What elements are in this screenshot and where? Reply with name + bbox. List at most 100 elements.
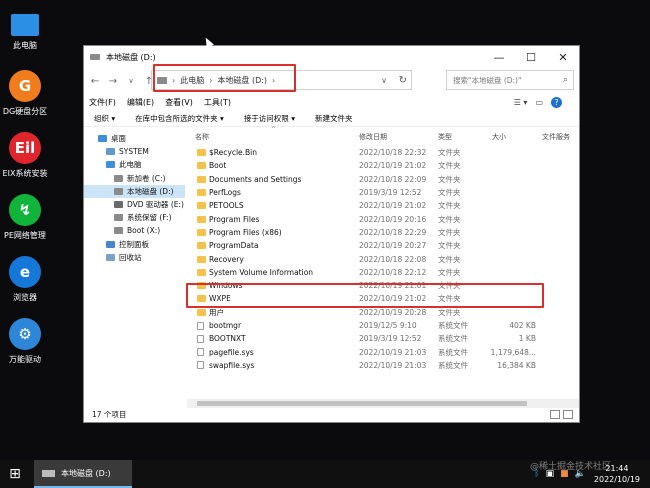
file-row[interactable]: System Volume Information 2022/10/18 22:1…: [187, 266, 579, 279]
search-input[interactable]: 搜索"本地磁盘 (D:)" ⌕: [446, 70, 574, 90]
status-bar: 17 个项目: [84, 406, 579, 422]
desktop-icon[interactable]: ⚙ 万能驱动: [0, 318, 50, 365]
menu-file[interactable]: 文件(F): [89, 97, 116, 108]
forward-arrow-icon[interactable]: →: [106, 76, 120, 87]
file-icon: [197, 321, 204, 330]
file-name: Program Files (x86): [209, 227, 282, 237]
minimize-button[interactable]: —: [483, 51, 515, 64]
view-options-icon[interactable]: ☰ ▾: [514, 98, 528, 107]
file-row[interactable]: Documents and Settings 2022/10/18 22:09 文件…: [187, 173, 579, 186]
folder-icon: [197, 255, 206, 263]
file-date: 2022/10/18 22:29: [359, 227, 427, 237]
desktop-icon[interactable]: G DG硬盘分区: [0, 70, 50, 117]
file-name: Documents and Settings: [209, 174, 302, 184]
nav-item-label: 回收站: [119, 252, 142, 262]
file-icon: [197, 348, 204, 357]
menu-view[interactable]: 查看(V): [165, 97, 193, 108]
column-file-service[interactable]: 文件服务: [542, 132, 570, 142]
column-size[interactable]: 大小: [492, 132, 506, 142]
include-in-library-button[interactable]: 在库中包含所选的文件夹 ▾: [135, 113, 224, 124]
desktop-icon[interactable]: e 浏览器: [0, 256, 50, 303]
refresh-icon[interactable]: ↻: [399, 75, 407, 86]
file-row[interactable]: Program Files (x86) 2022/10/18 22:29 文件夹: [187, 226, 579, 239]
file-row[interactable]: PETOOLS 2022/10/19 21:02 文件夹: [187, 199, 579, 212]
chevron-down-icon[interactable]: ∨: [381, 76, 387, 85]
chevron-down-icon[interactable]: ∨: [124, 77, 138, 85]
file-explorer-window: 本地磁盘 (D:) — ☐ ✕ ← → ∨ ↑ › 此电脑 › 本地磁盘 (D:…: [83, 45, 580, 423]
file-row[interactable]: Recovery 2022/10/18 22:08 文件夹: [187, 252, 579, 265]
large-icons-view-icon[interactable]: [563, 409, 573, 419]
folder-icon: [197, 175, 206, 183]
file-row[interactable]: BOOTNXT 2019/3/19 12:52 系统文件 1 KB: [187, 332, 579, 345]
windows-start-icon[interactable]: ⊞: [0, 460, 30, 488]
file-row[interactable]: ProgramData 2022/10/19 20:27 文件夹: [187, 239, 579, 252]
nav-item[interactable]: 回收站: [84, 251, 185, 264]
nav-item-label: 本地磁盘 (D:): [127, 186, 174, 196]
file-name: Program Files: [209, 214, 260, 224]
taskbar-explorer-button[interactable]: 本地磁盘 (D:): [34, 460, 132, 488]
desktop-icon-label: PE网络管理: [4, 231, 46, 240]
desktop-icon[interactable]: ↯ PE网络管理: [0, 194, 50, 241]
folder-icon: [197, 189, 206, 197]
file-date: 2022/10/18 22:32: [359, 148, 427, 158]
clock-date: 2022/10/19: [593, 475, 640, 484]
help-icon[interactable]: ?: [551, 96, 562, 108]
file-name: $Recycle.Bin: [209, 148, 258, 158]
close-button[interactable]: ✕: [547, 51, 579, 64]
column-date[interactable]: 修改日期: [359, 132, 387, 142]
nav-item-icon: [114, 174, 123, 182]
file-row[interactable]: Boot 2022/10/19 21:02 文件夹: [187, 159, 579, 172]
folder-icon: [197, 149, 206, 157]
file-row[interactable]: bootmgr 2019/12/5 9:10 系统文件 402 KB: [187, 319, 579, 332]
menu-tools[interactable]: 工具(T): [204, 97, 231, 108]
nav-item[interactable]: Boot (X:): [84, 224, 185, 237]
file-name: ProgramData: [209, 241, 259, 251]
menu-edit[interactable]: 编辑(E): [127, 97, 154, 108]
details-view-icon[interactable]: [550, 409, 560, 419]
column-type[interactable]: 类型: [438, 132, 452, 142]
share-with-button[interactable]: 接于访问权限 ▾: [244, 113, 295, 124]
nav-item-label: SYSTEM: [119, 147, 149, 157]
nav-item[interactable]: 新加卷 (C:): [84, 172, 185, 185]
nav-item-icon: [114, 227, 123, 235]
nav-item[interactable]: DVD 驱动器 (E:) C: [84, 198, 185, 211]
file-size: 16,384 KB: [497, 360, 536, 370]
nav-item[interactable]: 此电脑: [84, 158, 185, 171]
nav-item[interactable]: 桌面: [84, 132, 185, 145]
desktop-icon[interactable]: Eil EIX系统安装: [0, 132, 50, 179]
nav-item-icon: [106, 161, 115, 169]
file-row[interactable]: pagefile.sys 2022/10/19 21:03 系统文件 1,179,64…: [187, 345, 579, 358]
file-row[interactable]: Program Files 2022/10/19 20:16 文件夹: [187, 212, 579, 225]
navigation-pane: 桌面 SYSTEM 此电脑 新加卷 (C:) 本地磁盘 (D:) DVD 驱动器 (E:)…: [84, 128, 185, 408]
search-icon[interactable]: ⌕: [563, 75, 568, 85]
nav-item[interactable]: SYSTEM: [84, 145, 185, 158]
file-date: 2022/10/19 21:03: [359, 360, 427, 370]
organize-button[interactable]: 组织 ▾: [94, 113, 115, 124]
nav-item[interactable]: 系统保留 (F:): [84, 211, 185, 224]
file-name: swapfile.sys: [209, 360, 255, 370]
nav-item[interactable]: 本地磁盘 (D:): [84, 184, 185, 198]
file-icon: [197, 334, 204, 343]
nav-item-label: Boot (X:): [127, 226, 161, 236]
folder-icon: [197, 268, 206, 276]
desktop-icon[interactable]: 此电脑: [0, 8, 50, 51]
nav-item[interactable]: 控制面板: [84, 238, 185, 251]
file-name: pagefile.sys: [209, 347, 254, 357]
nav-item-icon: [106, 253, 115, 261]
file-row[interactable]: $Recycle.Bin 2022/10/18 22:32 文件夹: [187, 146, 579, 159]
file-size: 1,179,648...: [490, 347, 536, 357]
nav-item-icon: [114, 187, 123, 195]
maximize-button[interactable]: ☐: [515, 51, 547, 64]
sort-arrow-icon: ^: [271, 126, 277, 133]
column-name[interactable]: 名称: [195, 132, 209, 142]
ie-browser-icon: e: [9, 256, 41, 288]
back-arrow-icon[interactable]: ←: [88, 76, 102, 87]
file-row[interactable]: swapfile.sys 2022/10/19 21:03 系统文件 16,384 K…: [187, 359, 579, 372]
file-date: 2022/10/19 20:16: [359, 214, 427, 224]
preview-pane-icon[interactable]: ▭: [535, 98, 543, 107]
file-type: 文件夹: [438, 201, 461, 211]
nav-item-icon: [114, 201, 123, 209]
file-row[interactable]: PerfLogs 2019/3/19 12:52 文件夹: [187, 186, 579, 199]
new-folder-button[interactable]: 新建文件夹: [315, 113, 353, 124]
nav-item-label: 桌面: [111, 134, 126, 144]
